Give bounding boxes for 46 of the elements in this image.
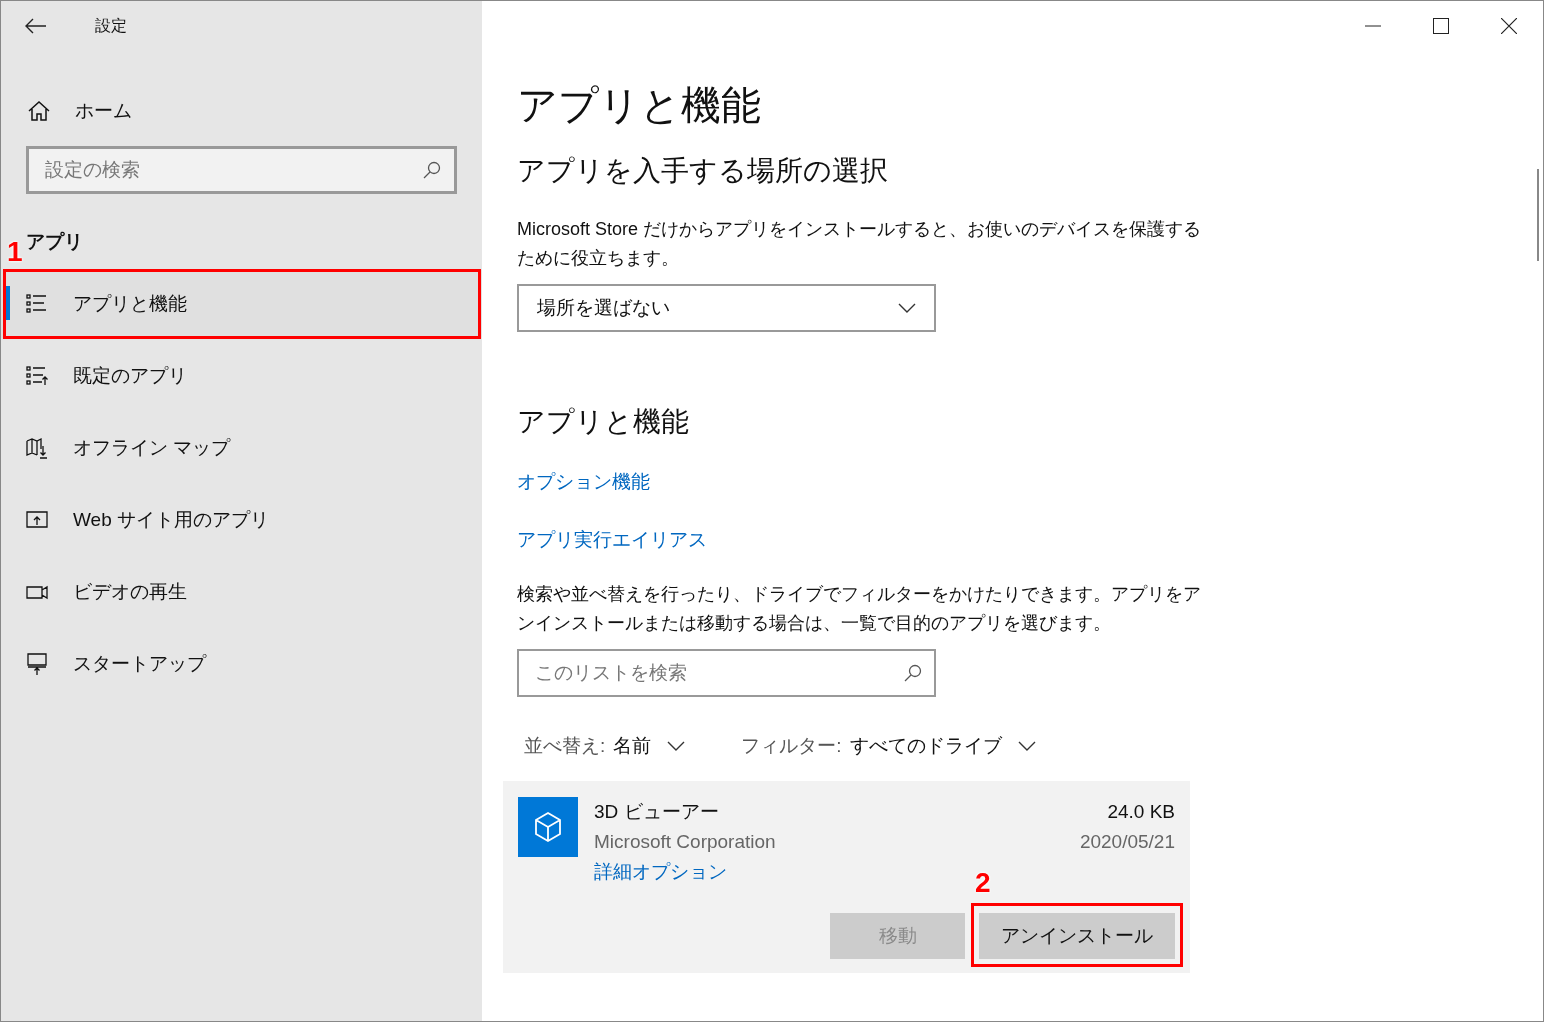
nav-item[interactable]: ビデオの再生 xyxy=(1,558,482,626)
filter-dropdown[interactable]: フィルター: すべてのドライブ xyxy=(741,731,1036,761)
window-title: 設定 xyxy=(95,16,127,36)
advanced-options-link[interactable]: 詳細オプション xyxy=(594,857,727,887)
chevron-down-icon xyxy=(898,303,916,313)
chevron-down-icon xyxy=(667,741,686,751)
home-link[interactable]: ホーム xyxy=(1,87,482,135)
page-title: アプリと機能 xyxy=(517,82,761,129)
back-arrow-icon[interactable] xyxy=(25,18,47,34)
home-icon xyxy=(27,100,51,122)
chevron-down-icon xyxy=(1017,741,1036,751)
cube-icon xyxy=(533,811,563,843)
minimize-icon xyxy=(1365,25,1381,27)
list-icon xyxy=(25,292,49,316)
annotation-number: 1 xyxy=(7,236,23,267)
app-size: 24.0 KB xyxy=(1107,800,1175,824)
nav-item[interactable]: オフライン マップ xyxy=(1,414,482,482)
app-name: 3D ビューアー xyxy=(594,800,719,824)
section-heading: アプリを入手する場所の選択 xyxy=(517,154,888,188)
app-date: 2020/05/21 xyxy=(1079,830,1175,854)
scrollbar-thumb[interactable] xyxy=(1537,169,1539,261)
screen-arrow-icon xyxy=(25,652,49,676)
selection-indicator xyxy=(5,286,10,320)
nav-item[interactable]: アプリと機能 xyxy=(1,270,482,338)
description-text: Microsoft Store だけからアプリをインストールすると、お使いのデバイスを保護するために役立ちます。 xyxy=(517,218,1203,270)
search-field[interactable]: 設定の検索 xyxy=(26,146,457,194)
app-publisher: Microsoft Corporation xyxy=(594,830,776,854)
sort-dropdown[interactable]: 並べ替え: 名前 xyxy=(524,731,686,761)
map-download-icon xyxy=(25,436,49,460)
nav-item[interactable]: Web サイト用のアプリ xyxy=(1,486,482,554)
maximize-icon xyxy=(1433,18,1449,34)
description-text: 検索や並べ替えを行ったり、ドライブでフィルターをかけたりできます。アプリをアンインストールまたは移動する場合は、一覧で目的のアプリを選びます。 xyxy=(517,583,1202,635)
annotation-number: 2 xyxy=(975,867,991,898)
link[interactable]: アプリ実行エイリアス xyxy=(517,526,707,554)
search-icon xyxy=(423,161,441,179)
section-heading: アプリと機能 xyxy=(517,405,689,439)
list-search-field[interactable]: このリストを検索 xyxy=(517,649,936,697)
list-arrow-icon xyxy=(25,364,49,388)
link[interactable]: オプション機能 xyxy=(517,468,650,496)
nav-item[interactable]: スタートアップ xyxy=(1,630,482,698)
search-icon xyxy=(904,664,922,682)
section-heading: アプリ xyxy=(26,229,83,254)
location-dropdown[interactable]: 場所を選ばない xyxy=(517,284,936,332)
action-button[interactable]: アンインストール xyxy=(979,913,1175,959)
close-icon xyxy=(1501,18,1517,34)
nav-item[interactable]: 既定のアプリ xyxy=(1,342,482,410)
